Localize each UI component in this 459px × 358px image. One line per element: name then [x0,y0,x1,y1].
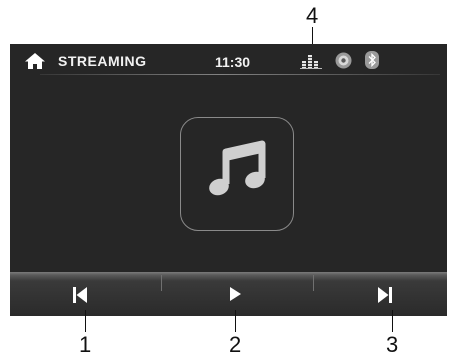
album-art [180,117,294,231]
callout-3: 3 [386,332,399,357]
source-label: STREAMING [58,53,147,69]
callout-2-line [235,310,236,332]
equalizer-icon[interactable] [300,51,322,69]
callout-1: 1 [79,332,92,357]
skip-next-icon [378,287,392,303]
skip-previous-icon [73,287,87,303]
callout-2: 2 [229,332,242,357]
disc-icon[interactable] [335,52,352,69]
previous-track-button[interactable] [10,272,156,316]
next-track-button[interactable] [314,272,447,316]
play-icon [230,287,241,301]
bluetooth-icon[interactable] [365,51,379,69]
manual-figure: 4 STREAMING 11:30 1 2 3 [0,0,459,358]
callout-1-line [85,310,86,332]
home-icon[interactable] [24,52,46,70]
status-bar: STREAMING 11:30 [10,44,447,74]
head-unit-screen: STREAMING 11:30 [10,44,447,316]
playback-controls [10,272,447,316]
clock: 11:30 [215,54,251,70]
music-note-icon [209,140,266,196]
callout-3-line [392,310,393,332]
callout-4: 4 [306,3,319,28]
status-divider [40,74,440,75]
